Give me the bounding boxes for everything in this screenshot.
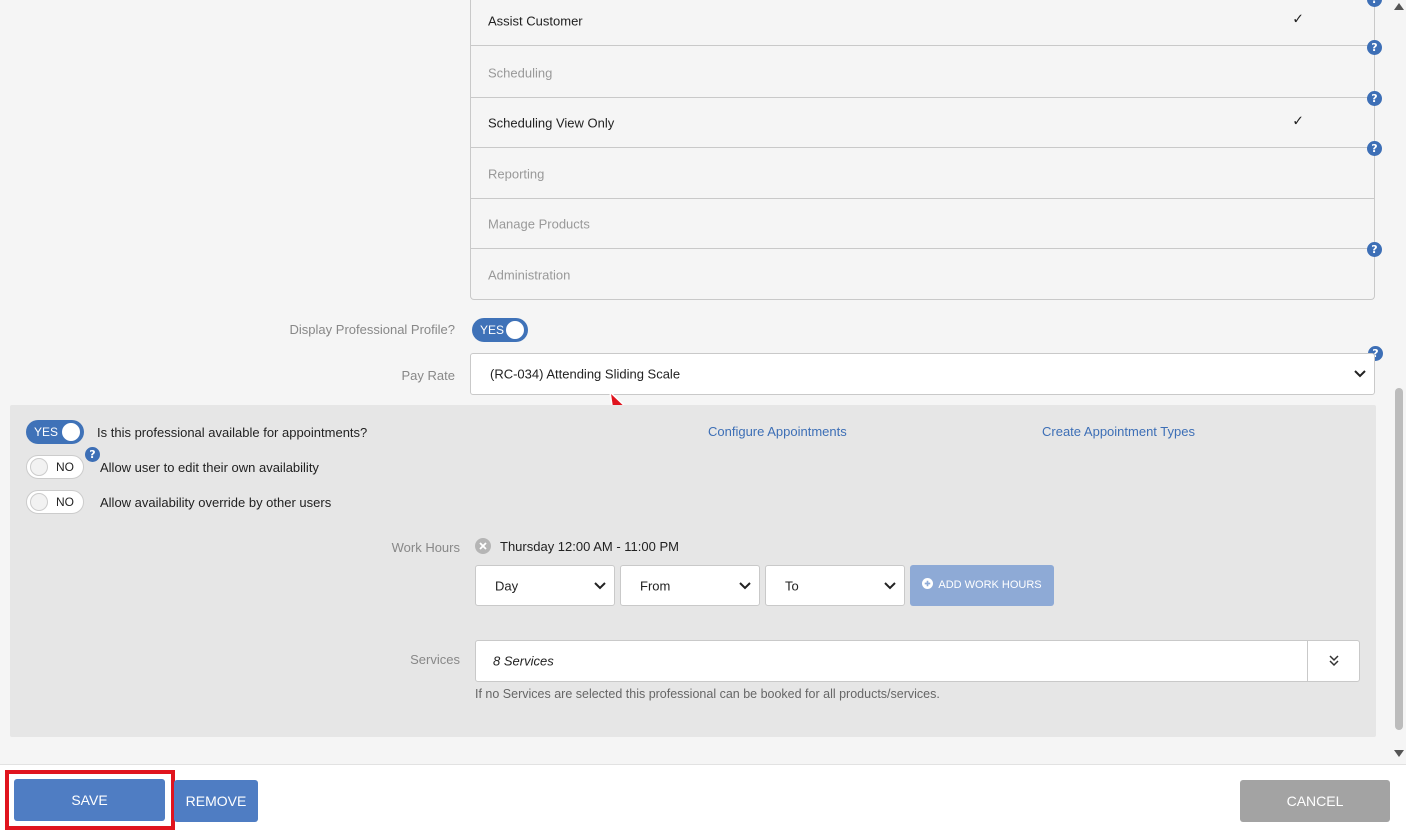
permission-row-manage-products[interactable]: Manage Products [471,199,1374,249]
work-hours-label: Work Hours [391,540,460,555]
double-chevron-down-icon [1329,655,1339,667]
permission-row-administration[interactable]: Administration [471,250,1374,300]
chevron-down-icon [1354,370,1366,378]
cancel-button[interactable]: CANCEL [1240,780,1390,822]
create-appointment-types-link[interactable]: Create Appointment Types [1042,424,1195,439]
add-work-hours-button[interactable]: ADD WORK HOURS [910,565,1054,606]
edit-own-availability-text: Allow user to edit their own availabilit… [100,460,319,475]
plus-circle-icon [922,578,934,589]
pay-rate-label: Pay Rate [401,368,455,383]
availability-override-toggle[interactable]: NO [26,490,84,514]
availability-override-text: Allow availability override by other use… [100,495,332,510]
permission-label: Scheduling View Only [488,115,615,130]
chevron-down-icon [594,581,606,589]
checkmark-icon: ✓ [1292,9,1304,26]
to-select[interactable]: To [765,565,905,606]
help-icon[interactable]: ? [85,447,100,462]
services-label: Services [410,652,460,667]
scroll-down-icon[interactable] [1394,750,1404,758]
help-icon[interactable]: ? [1367,91,1382,106]
remove-button[interactable]: REMOVE [174,780,258,822]
permission-label: Reporting [488,166,545,181]
scrollbar[interactable] [1392,0,1406,764]
from-select[interactable]: From [620,565,760,606]
available-for-appointments-toggle[interactable]: YES [26,420,84,444]
permission-label: Manage Products [488,216,590,231]
services-expand-toggle[interactable] [1307,641,1359,681]
help-icon[interactable]: ? [1367,242,1382,257]
edit-own-availability-toggle[interactable]: NO [26,455,84,479]
remove-work-hours-icon[interactable] [475,538,491,554]
permission-row-scheduling-view-only[interactable]: Scheduling View Only ✓ [471,98,1374,148]
work-hours-entry: Thursday 12:00 AM - 11:00 PM [500,539,679,554]
permission-label: Assist Customer [488,13,583,28]
permission-row-assist-customer[interactable]: Assist Customer ✓ [471,0,1374,46]
permission-row-reporting[interactable]: Reporting [471,149,1374,199]
save-button[interactable]: SAVE [14,779,165,821]
configure-appointments-link[interactable]: Configure Appointments [708,424,847,439]
scroll-up-icon[interactable] [1394,2,1404,10]
chevron-down-icon [739,581,751,589]
display-profile-label: Display Professional Profile? [289,322,455,337]
help-icon[interactable]: ? [1367,141,1382,156]
services-hint: If no Services are selected this profess… [475,687,940,701]
display-profile-toggle[interactable]: YES [472,318,528,342]
day-select[interactable]: Day [475,565,615,606]
available-for-appointments-text: Is this professional available for appoi… [97,425,368,440]
services-select[interactable]: 8 Services [475,640,1360,682]
availability-panel: YES Is this professional available for a… [10,405,1376,737]
permissions-list: Assist Customer ✓ Scheduling Scheduling … [470,0,1375,300]
help-icon[interactable]: ? [1367,40,1382,55]
checkmark-icon: ✓ [1292,111,1304,128]
scroll-thumb[interactable] [1395,388,1403,730]
permission-label: Scheduling [488,65,553,80]
permission-row-scheduling[interactable]: Scheduling [471,48,1374,98]
chevron-down-icon [884,581,896,589]
permission-label: Administration [488,267,571,283]
